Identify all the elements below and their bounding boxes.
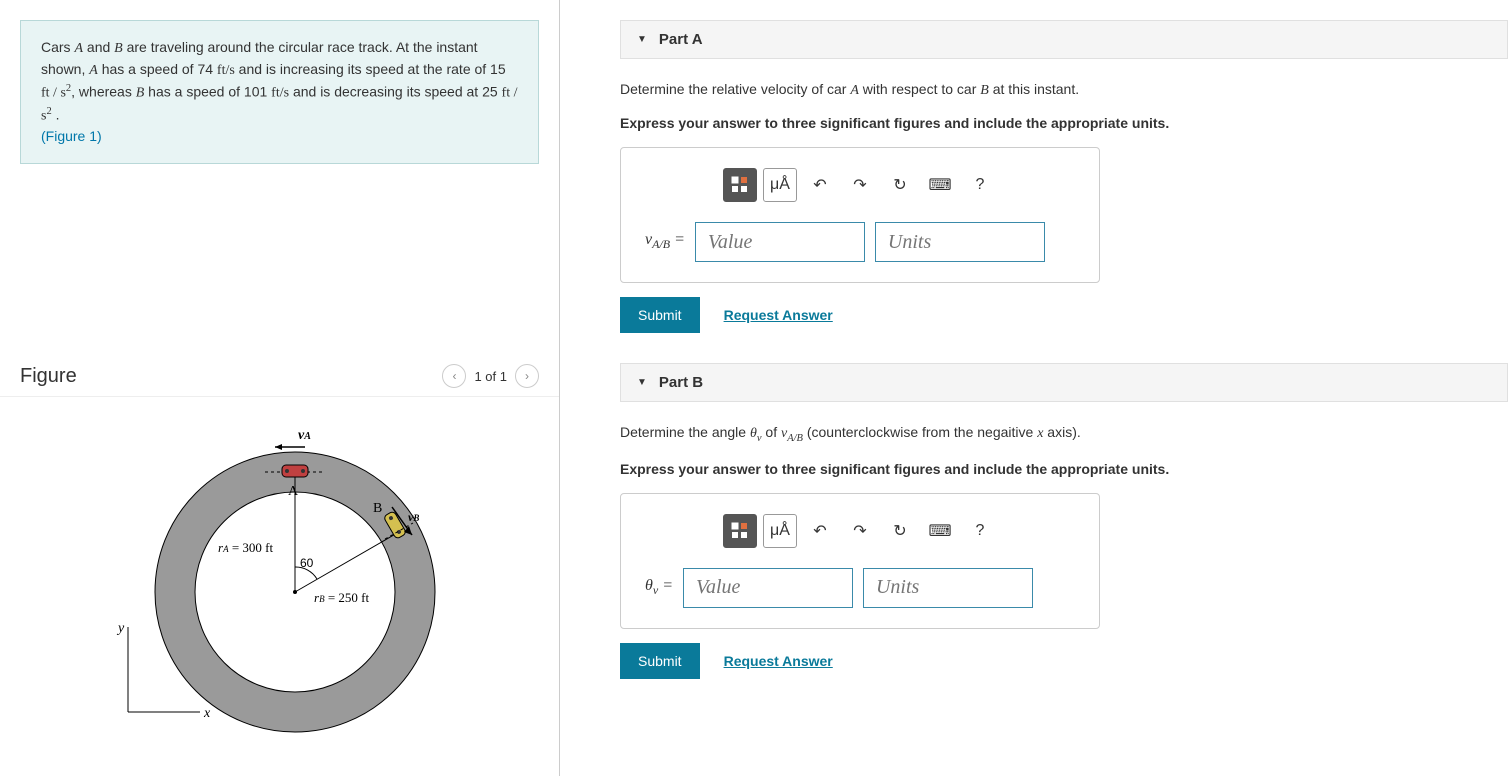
submit-row: Submit Request Answer — [620, 297, 1508, 333]
answer-label: θv = — [645, 577, 673, 598]
figure-title: Figure — [20, 365, 77, 388]
text: with respect to car — [859, 81, 980, 97]
track-diagram: vA A B vB rA = 300 ft 60 rB = 250 ft y x — [110, 417, 450, 747]
part-a-header[interactable]: ▼ Part A — [620, 20, 1508, 59]
part-a-answer-box: μÅ ↶ ↷ ↻ ⌨ ? vA/B = — [620, 147, 1100, 283]
text: axis). — [1043, 424, 1080, 440]
left-panel: Cars A and B are traveling around the ci… — [0, 0, 560, 776]
unit: ft/s — [217, 63, 235, 78]
request-answer-link[interactable]: Request Answer — [724, 653, 833, 669]
text: , whereas — [71, 84, 136, 100]
var-A: A — [74, 41, 83, 56]
value-input[interactable] — [683, 568, 853, 608]
answer-row: vA/B = — [645, 222, 1075, 262]
var-A: A — [850, 83, 859, 98]
undo-icon[interactable]: ↶ — [803, 514, 837, 548]
figure-next-button[interactable]: › — [515, 364, 539, 388]
figure-nav: ‹ 1 of 1 › — [442, 364, 539, 388]
text: Cars — [41, 39, 74, 55]
request-answer-link[interactable]: Request Answer — [724, 307, 833, 323]
svg-text:vA: vA — [298, 428, 311, 443]
value-input[interactable] — [695, 222, 865, 262]
submit-button[interactable]: Submit — [620, 297, 700, 333]
toolbar: μÅ ↶ ↷ ↻ ⌨ ? — [645, 514, 1075, 548]
reset-icon[interactable]: ↻ — [883, 514, 917, 548]
svg-text:vB: vB — [408, 510, 419, 524]
svg-text:B: B — [373, 501, 382, 516]
answer-row: θv = — [645, 568, 1075, 608]
var-theta: θv — [750, 426, 762, 441]
symbols-tool-button[interactable]: μÅ — [763, 514, 797, 548]
unit: ft/s — [271, 86, 289, 101]
figure-link[interactable]: (Figure 1) — [41, 128, 102, 144]
collapse-icon: ▼ — [637, 377, 647, 388]
var-B: B — [136, 86, 145, 101]
units-input[interactable] — [863, 568, 1033, 608]
part-b-section: ▼ Part B Determine the angle θv of vA/B … — [620, 363, 1508, 679]
svg-text:y: y — [116, 621, 125, 636]
text: and — [83, 39, 114, 55]
collapse-icon: ▼ — [637, 34, 647, 45]
var-A: A — [89, 63, 98, 78]
text: Determine the angle — [620, 424, 750, 440]
figure-image: vA A B vB rA = 300 ft 60 rB = 250 ft y x — [0, 397, 559, 767]
figure-prev-button[interactable]: ‹ — [442, 364, 466, 388]
template-tool-icon[interactable] — [723, 168, 757, 202]
var-B: B — [980, 83, 989, 98]
symbols-tool-button[interactable]: μÅ — [763, 168, 797, 202]
part-a-instruction: Express your answer to three significant… — [620, 115, 1508, 131]
submit-button[interactable]: Submit — [620, 643, 700, 679]
text: and is increasing its speed at the rate … — [235, 61, 506, 77]
text: Determine the relative velocity of car — [620, 81, 850, 97]
keyboard-icon[interactable]: ⌨ — [923, 514, 957, 548]
text: and is decreasing its speed at 25 — [289, 84, 501, 100]
problem-statement: Cars A and B are traveling around the ci… — [20, 20, 539, 164]
toolbar: μÅ ↶ ↷ ↻ ⌨ ? — [645, 168, 1075, 202]
text: has a speed of 101 — [144, 84, 271, 100]
text: at this instant. — [989, 81, 1079, 97]
text: . — [52, 106, 60, 122]
figure-counter: 1 of 1 — [474, 369, 507, 384]
svg-text:A: A — [288, 484, 299, 499]
units-input[interactable] — [875, 222, 1045, 262]
help-icon[interactable]: ? — [963, 168, 997, 202]
var-B: B — [114, 41, 123, 56]
svg-text:x: x — [203, 706, 211, 721]
var-v: vA/B — [781, 426, 803, 441]
reset-icon[interactable]: ↻ — [883, 168, 917, 202]
part-a-question: Determine the relative velocity of car A… — [620, 79, 1508, 101]
text: (counterclockwise from the negaitive — [803, 424, 1037, 440]
right-panel: ▼ Part A Determine the relative velocity… — [560, 0, 1508, 776]
text: of — [762, 424, 781, 440]
redo-icon[interactable]: ↷ — [843, 168, 877, 202]
redo-icon[interactable]: ↷ — [843, 514, 877, 548]
undo-icon[interactable]: ↶ — [803, 168, 837, 202]
text: has a speed of 74 — [98, 61, 217, 77]
part-b-header[interactable]: ▼ Part B — [620, 363, 1508, 402]
part-b-title: Part B — [659, 374, 703, 391]
part-a-section: ▼ Part A Determine the relative velocity… — [620, 20, 1508, 333]
answer-label: vA/B = — [645, 231, 685, 252]
part-a-title: Part A — [659, 31, 703, 48]
help-icon[interactable]: ? — [963, 514, 997, 548]
keyboard-icon[interactable]: ⌨ — [923, 168, 957, 202]
submit-row: Submit Request Answer — [620, 643, 1508, 679]
template-tool-icon[interactable] — [723, 514, 757, 548]
svg-text:60: 60 — [300, 556, 314, 570]
figure-header: Figure ‹ 1 of 1 › — [0, 364, 559, 397]
part-b-question: Determine the angle θv of vA/B (counterc… — [620, 422, 1508, 447]
part-b-answer-box: μÅ ↶ ↷ ↻ ⌨ ? θv = — [620, 493, 1100, 629]
unit: ft / s — [41, 86, 66, 101]
part-b-instruction: Express your answer to three significant… — [620, 461, 1508, 477]
